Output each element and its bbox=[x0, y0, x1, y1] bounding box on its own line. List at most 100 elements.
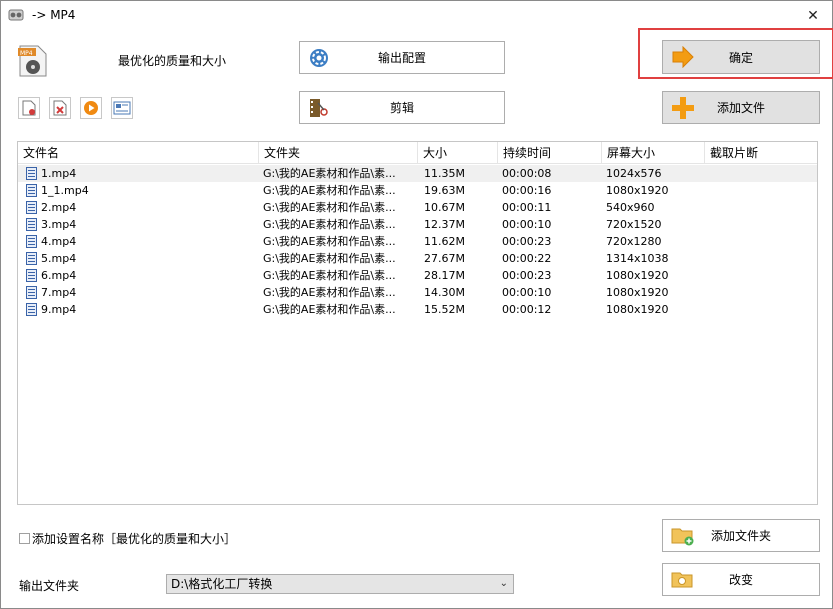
cell-duration: 00:00:10 bbox=[502, 286, 552, 299]
cell-filename: 4.mp4 bbox=[41, 235, 77, 248]
cell-folder: G:\我的AE素材和作品\素... bbox=[263, 303, 396, 316]
clear-list-button[interactable] bbox=[49, 97, 71, 119]
svg-text:MP4: MP4 bbox=[20, 50, 33, 57]
cell-filename: 2.mp4 bbox=[41, 201, 77, 214]
cell-resolution: 720x1520 bbox=[606, 218, 662, 231]
table-row[interactable]: 6.mp4 G:\我的AE素材和作品\素... 28.17M 00:00:23 … bbox=[18, 267, 817, 284]
close-icon: ✕ bbox=[807, 8, 819, 24]
add-name-option[interactable]: 添加设置名称［最优化的质量和大小］ bbox=[19, 530, 236, 547]
quality-label: 最优化的质量和大小 bbox=[118, 54, 227, 68]
table-row[interactable]: 4.mp4 G:\我的AE素材和作品\素... 11.62M 00:00:23 … bbox=[18, 233, 817, 250]
cell-resolution: 1080x1920 bbox=[606, 184, 669, 197]
cell-size: 12.37M bbox=[424, 218, 465, 231]
column-size[interactable]: 大小 bbox=[418, 142, 498, 164]
play-button[interactable] bbox=[80, 97, 102, 119]
play-icon bbox=[84, 101, 98, 115]
output-config-button[interactable]: 输出配置 bbox=[299, 41, 505, 74]
cell-duration: 00:00:16 bbox=[502, 184, 552, 197]
cell-duration: 00:00:23 bbox=[502, 269, 552, 282]
remove-file-icon bbox=[22, 100, 36, 116]
cell-filename: 9.mp4 bbox=[41, 303, 77, 316]
cell-size: 10.67M bbox=[424, 201, 465, 214]
cell-duration: 00:00:08 bbox=[502, 167, 552, 180]
table-row[interactable]: 1.mp4 G:\我的AE素材和作品\素... 11.35M 00:00:08 … bbox=[18, 165, 817, 182]
video-file-icon bbox=[26, 286, 37, 299]
add-name-checkbox[interactable] bbox=[19, 533, 30, 544]
table-row[interactable]: 5.mp4 G:\我的AE素材和作品\素... 27.67M 00:00:22 … bbox=[18, 250, 817, 267]
cell-filename: 5.mp4 bbox=[41, 252, 77, 265]
column-filename[interactable]: 文件名 bbox=[18, 142, 259, 164]
table-row[interactable]: 9.mp4 G:\我的AE素材和作品\素... 15.52M 00:00:12 … bbox=[18, 301, 817, 318]
video-file-icon bbox=[26, 235, 37, 248]
table-row[interactable]: 7.mp4 G:\我的AE素材和作品\素... 14.30M 00:00:10 … bbox=[18, 284, 817, 301]
column-duration[interactable]: 持续时间 bbox=[498, 142, 602, 164]
film-scissors-icon bbox=[310, 98, 328, 117]
edit-button[interactable]: 剪辑 bbox=[299, 91, 505, 124]
cell-resolution: 1080x1920 bbox=[606, 303, 669, 316]
table-row[interactable]: 3.mp4 G:\我的AE素材和作品\素... 12.37M 00:00:10 … bbox=[18, 216, 817, 233]
close-button[interactable]: ✕ bbox=[802, 5, 824, 27]
title-bar: -> MP4 ✕ bbox=[1, 1, 832, 31]
cell-folder: G:\我的AE素材和作品\素... bbox=[263, 252, 396, 265]
edit-label: 剪辑 bbox=[389, 101, 414, 115]
video-file-icon bbox=[26, 303, 37, 316]
window-title: -> MP4 bbox=[32, 8, 76, 22]
media-info-button[interactable] bbox=[111, 97, 133, 119]
cell-size: 19.63M bbox=[424, 184, 465, 197]
output-folder-value: D:\格式化工厂转换 bbox=[171, 577, 273, 591]
remove-file-button[interactable] bbox=[18, 97, 40, 119]
cell-filename: 6.mp4 bbox=[41, 269, 77, 282]
mp4-format-icon: MP4 bbox=[18, 45, 47, 77]
cell-duration: 00:00:11 bbox=[502, 201, 552, 214]
folder-add-icon bbox=[671, 528, 694, 545]
media-info-icon bbox=[113, 101, 131, 115]
app-window: -> MP4 ✕ MP4 最优化的质量和大小 输出配置 剪辑 确定 添加文件 文… bbox=[0, 0, 833, 609]
cell-filename: 3.mp4 bbox=[41, 218, 77, 231]
cell-resolution: 1024x576 bbox=[606, 167, 662, 180]
cell-resolution: 720x1280 bbox=[606, 235, 662, 248]
file-list-header: 文件名 文件夹 大小 持续时间 屏幕大小 截取片断 bbox=[18, 142, 817, 164]
ok-button[interactable]: 确定 bbox=[662, 40, 820, 74]
video-file-icon bbox=[26, 218, 37, 231]
table-row[interactable]: 2.mp4 G:\我的AE素材和作品\素... 10.67M 00:00:11 … bbox=[18, 199, 817, 216]
cell-filename: 7.mp4 bbox=[41, 286, 77, 299]
format-factory-icon bbox=[8, 9, 24, 21]
column-clip[interactable]: 截取片断 bbox=[705, 142, 817, 164]
plus-icon bbox=[672, 96, 694, 119]
chevron-down-icon: ⌄ bbox=[499, 578, 508, 589]
cell-duration: 00:00:23 bbox=[502, 235, 552, 248]
cell-size: 11.35M bbox=[424, 167, 465, 180]
cell-size: 15.52M bbox=[424, 303, 465, 316]
cell-folder: G:\我的AE素材和作品\素... bbox=[263, 286, 396, 299]
table-row[interactable]: 1_1.mp4 G:\我的AE素材和作品\素... 19.63M 00:00:1… bbox=[18, 182, 817, 199]
video-file-icon bbox=[26, 167, 37, 180]
cell-size: 11.62M bbox=[424, 235, 465, 248]
cell-folder: G:\我的AE素材和作品\素... bbox=[263, 167, 396, 180]
change-folder-button[interactable]: 改变 bbox=[662, 563, 820, 596]
cell-duration: 00:00:22 bbox=[502, 252, 552, 265]
cell-filename: 1.mp4 bbox=[41, 167, 77, 180]
output-folder-select[interactable]: D:\格式化工厂转换 ⌄ bbox=[166, 574, 514, 594]
cell-filename: 1_1.mp4 bbox=[41, 184, 89, 197]
cell-size: 14.30M bbox=[424, 286, 465, 299]
cell-folder: G:\我的AE素材和作品\素... bbox=[263, 201, 396, 214]
add-name-label: 添加设置名称［最优化的质量和大小］ bbox=[32, 532, 237, 546]
output-folder-label: 输出文件夹 bbox=[19, 579, 80, 593]
video-file-icon bbox=[26, 201, 37, 214]
add-file-button[interactable]: 添加文件 bbox=[662, 91, 820, 124]
video-file-icon bbox=[26, 252, 37, 265]
cell-folder: G:\我的AE素材和作品\素... bbox=[263, 269, 396, 282]
cell-resolution: 1080x1920 bbox=[606, 286, 669, 299]
cell-resolution: 1314x1038 bbox=[606, 252, 669, 265]
add-folder-button[interactable]: 添加文件夹 bbox=[662, 519, 820, 552]
cell-folder: G:\我的AE素材和作品\素... bbox=[263, 184, 396, 197]
column-resolution[interactable]: 屏幕大小 bbox=[602, 142, 705, 164]
arrow-right-icon bbox=[672, 46, 694, 68]
cell-resolution: 1080x1920 bbox=[606, 269, 669, 282]
cell-folder: G:\我的AE素材和作品\素... bbox=[263, 218, 396, 231]
column-folder[interactable]: 文件夹 bbox=[259, 142, 418, 164]
video-file-icon bbox=[26, 184, 37, 197]
cell-size: 27.67M bbox=[424, 252, 465, 265]
cell-resolution: 540x960 bbox=[606, 201, 655, 214]
file-list[interactable]: 文件名 文件夹 大小 持续时间 屏幕大小 截取片断 1.mp4 G:\我的AE素… bbox=[17, 141, 818, 505]
